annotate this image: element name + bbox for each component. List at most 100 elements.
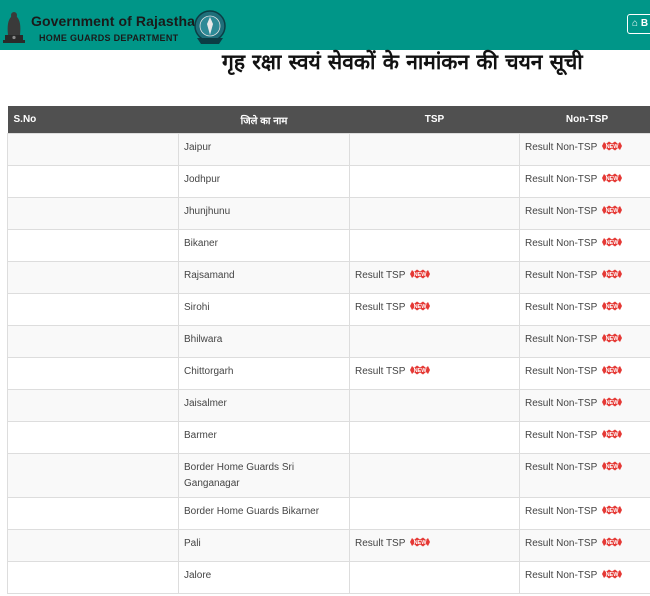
- table-row: Jodhpur Result Non-TSP NEW: [7, 165, 650, 198]
- result-nontsp-link[interactable]: Result Non-TSP: [525, 430, 597, 441]
- new-badge-icon: NEW: [602, 141, 623, 151]
- tsp-cell: [349, 421, 520, 454]
- district-cell: Jaipur: [178, 133, 350, 166]
- page-title: गृह रक्षा स्वयं सेवकों के नामांकन की चयन…: [222, 50, 583, 74]
- new-badge-icon: NEW: [602, 237, 623, 247]
- nontsp-cell: Result Non-TSP NEW: [519, 357, 650, 390]
- nontsp-cell: Result Non-TSP NEW: [519, 133, 650, 166]
- sno-cell: [7, 229, 179, 262]
- new-badge-label: NEW: [606, 400, 620, 406]
- tsp-cell: [349, 453, 520, 498]
- new-badge-label: NEW: [606, 272, 620, 278]
- district-cell: Bikaner: [178, 229, 350, 262]
- tsp-cell: [349, 165, 520, 198]
- new-badge-label: NEW: [414, 304, 428, 310]
- back-button[interactable]: ⌂ B: [627, 14, 650, 34]
- result-nontsp-link[interactable]: Result Non-TSP: [525, 334, 597, 345]
- result-nontsp-link[interactable]: Result Non-TSP: [525, 142, 597, 153]
- nontsp-cell: Result Non-TSP NEW: [519, 421, 650, 454]
- header-nontsp: Non-TSP: [519, 106, 650, 134]
- results-table: S.No जिले का नाम TSP Non-TSP Jaipur Resul…: [7, 106, 650, 594]
- tsp-cell: [349, 325, 520, 358]
- new-badge-icon: NEW: [602, 429, 623, 439]
- result-nontsp-link[interactable]: Result Non-TSP: [525, 238, 597, 249]
- table-row: Rajsamand Result TSP NEW Result Non-TSP NEW: [7, 261, 650, 294]
- new-badge-icon: NEW: [602, 205, 623, 215]
- new-badge-icon: NEW: [602, 569, 623, 579]
- tsp-cell: Result TSP NEW: [349, 529, 520, 562]
- new-badge-label: NEW: [606, 508, 620, 514]
- new-badge-label: NEW: [606, 432, 620, 438]
- table-row: Sirohi Result TSP NEW Result Non-TSP NEW: [7, 293, 650, 326]
- result-nontsp-link[interactable]: Result Non-TSP: [525, 570, 597, 581]
- new-badge-icon: NEW: [602, 269, 623, 279]
- result-tsp-link[interactable]: Result TSP: [355, 270, 405, 281]
- tsp-cell: Result TSP NEW: [349, 293, 520, 326]
- table-header-row: S.No जिले का नाम TSP Non-TSP: [7, 106, 650, 134]
- header-tsp: TSP: [349, 106, 520, 134]
- sno-cell: [7, 497, 179, 530]
- tsp-cell: [349, 133, 520, 166]
- result-nontsp-link[interactable]: Result Non-TSP: [525, 398, 597, 409]
- sno-cell: [7, 325, 179, 358]
- new-badge-label: NEW: [606, 208, 620, 214]
- sno-cell: [7, 133, 179, 166]
- new-badge-label: NEW: [606, 240, 620, 246]
- home-icon: ⌂: [632, 18, 639, 29]
- sno-cell: [7, 197, 179, 230]
- new-badge-icon: NEW: [602, 173, 623, 183]
- result-nontsp-link[interactable]: Result Non-TSP: [525, 206, 597, 217]
- result-nontsp-link[interactable]: Result Non-TSP: [525, 538, 597, 549]
- result-tsp-link[interactable]: Result TSP: [355, 366, 405, 377]
- nontsp-cell: Result Non-TSP NEW: [519, 197, 650, 230]
- result-nontsp-link[interactable]: Result Non-TSP: [525, 366, 597, 377]
- nontsp-cell: Result Non-TSP NEW: [519, 497, 650, 530]
- new-badge-icon: NEW: [602, 365, 623, 375]
- district-cell: Barmer: [178, 421, 350, 454]
- brand-title: Government of Rajasthan: [31, 13, 204, 29]
- nontsp-cell: Result Non-TSP NEW: [519, 561, 650, 594]
- sno-cell: [7, 357, 179, 390]
- tsp-cell: Result TSP NEW: [349, 357, 520, 390]
- new-badge-icon: NEW: [410, 301, 431, 311]
- result-tsp-link[interactable]: Result TSP: [355, 302, 405, 313]
- district-cell: Jaisalmer: [178, 389, 350, 422]
- table-row: Bhilwara Result Non-TSP NEW: [7, 325, 650, 358]
- new-badge-icon: NEW: [602, 505, 623, 515]
- new-badge-label: NEW: [606, 368, 620, 374]
- new-badge-icon: NEW: [410, 365, 431, 375]
- tsp-cell: [349, 197, 520, 230]
- result-nontsp-link[interactable]: Result Non-TSP: [525, 462, 597, 473]
- new-badge-icon: NEW: [602, 301, 623, 311]
- nontsp-cell: Result Non-TSP NEW: [519, 261, 650, 294]
- nontsp-cell: Result Non-TSP NEW: [519, 229, 650, 262]
- table-row: Pali Result TSP NEW Result Non-TSP NEW: [7, 529, 650, 562]
- table-row: Border Home Guards Sri Ganganagar Result …: [7, 453, 650, 498]
- table-row: Chittorgarh Result TSP NEW Result Non-TSP NE…: [7, 357, 650, 390]
- district-cell: Jodhpur: [178, 165, 350, 198]
- site-header: Government of Rajasthan HOME GUARDS DEPA…: [0, 0, 650, 50]
- nontsp-cell: Result Non-TSP NEW: [519, 165, 650, 198]
- result-nontsp-link[interactable]: Result Non-TSP: [525, 302, 597, 313]
- new-badge-label: NEW: [606, 464, 620, 470]
- new-badge-label: NEW: [414, 540, 428, 546]
- table-row: Border Home Guards Bikarner Result Non-TS…: [7, 497, 650, 530]
- tsp-cell: [349, 561, 520, 594]
- result-nontsp-link[interactable]: Result Non-TSP: [525, 506, 597, 517]
- district-cell: Border Home Guards Sri Ganganagar: [178, 453, 350, 498]
- new-badge-label: NEW: [606, 304, 620, 310]
- result-nontsp-link[interactable]: Result Non-TSP: [525, 174, 597, 185]
- sno-cell: [7, 453, 179, 498]
- district-cell: Jhunjhunu: [178, 197, 350, 230]
- result-tsp-link[interactable]: Result TSP: [355, 538, 405, 549]
- district-cell: Sirohi: [178, 293, 350, 326]
- new-badge-label: NEW: [606, 572, 620, 578]
- district-cell: Chittorgarh: [178, 357, 350, 390]
- district-cell: Bhilwara: [178, 325, 350, 358]
- sno-cell: [7, 261, 179, 294]
- table-row: Bikaner Result Non-TSP NEW: [7, 229, 650, 262]
- result-nontsp-link[interactable]: Result Non-TSP: [525, 270, 597, 281]
- new-badge-label: NEW: [606, 176, 620, 182]
- new-badge-label: NEW: [606, 540, 620, 546]
- sno-cell: [7, 165, 179, 198]
